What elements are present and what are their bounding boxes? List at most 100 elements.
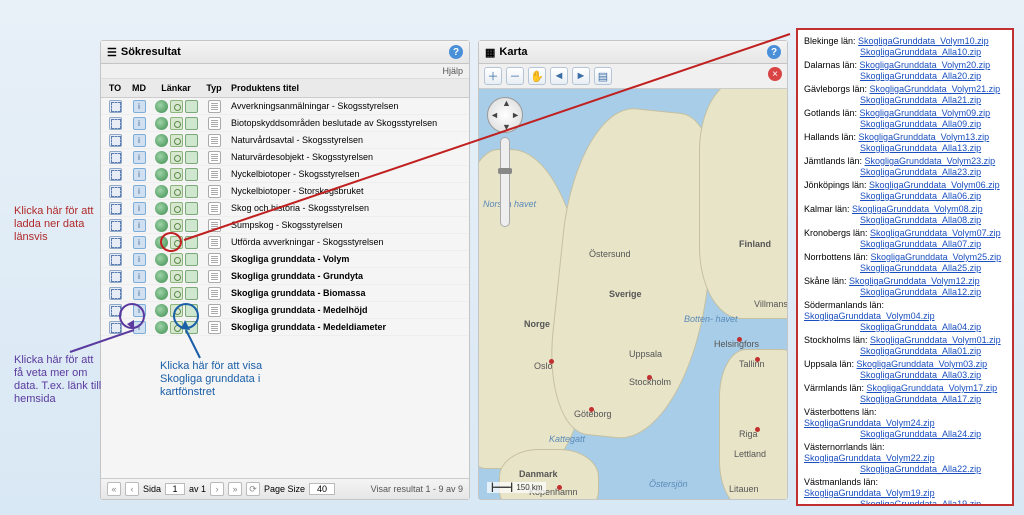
alla-link[interactable]: SkogligaGrunddata_Alla19.zip (860, 499, 981, 506)
alla-link[interactable]: SkogligaGrunddata_Alla06.zip (860, 191, 981, 201)
globe-icon[interactable] (155, 219, 168, 232)
link-icon[interactable] (170, 134, 183, 147)
extent-icon[interactable] (109, 185, 122, 198)
link-icon[interactable] (170, 253, 183, 266)
pagesize-input[interactable] (309, 483, 335, 495)
help-icon[interactable]: ? (449, 45, 463, 59)
download-icon[interactable] (185, 100, 198, 113)
link-icon[interactable] (170, 151, 183, 164)
back-icon[interactable]: ◄ (550, 67, 568, 85)
metadata-icon[interactable]: i (133, 100, 146, 113)
extent-icon[interactable] (109, 304, 122, 317)
globe-icon[interactable] (155, 168, 168, 181)
zoom-control[interactable]: ▲▼ ◄► (487, 97, 523, 227)
metadata-icon[interactable]: i (133, 236, 146, 249)
globe-icon[interactable] (155, 100, 168, 113)
extent-icon[interactable] (109, 202, 122, 215)
download-icon[interactable] (185, 236, 198, 249)
volym-link[interactable]: SkogligaGrunddata_Volym06.zip (869, 180, 1000, 190)
link-icon[interactable] (170, 117, 183, 130)
download-icon[interactable] (185, 134, 198, 147)
extent-icon[interactable] (109, 270, 122, 283)
table-row[interactable]: iSkogliga grunddata - Grundyta (101, 268, 469, 285)
extent-icon[interactable] (109, 100, 122, 113)
zoom-slider[interactable] (500, 137, 510, 227)
download-icon[interactable] (185, 304, 198, 317)
alla-link[interactable]: SkogligaGrunddata_Alla08.zip (860, 215, 981, 225)
globe-icon[interactable] (155, 321, 168, 334)
globe-icon[interactable] (155, 253, 168, 266)
volym-link[interactable]: SkogligaGrunddata_Volym20.zip (860, 60, 991, 70)
metadata-icon[interactable]: i (133, 168, 146, 181)
globe-icon[interactable] (155, 117, 168, 130)
globe-icon[interactable] (155, 185, 168, 198)
table-row[interactable]: iBiotopskyddsområden beslutade av Skogss… (101, 115, 469, 132)
table-row[interactable]: iSumpskog - Skogsstyrelsen (101, 217, 469, 234)
metadata-icon[interactable]: i (133, 185, 146, 198)
volym-link[interactable]: SkogligaGrunddata_Volym10.zip (858, 36, 989, 46)
table-row[interactable]: iSkogliga grunddata - Medelhöjd (101, 302, 469, 319)
next-page-button[interactable]: › (210, 482, 224, 496)
extent-icon[interactable] (109, 219, 122, 232)
link-icon[interactable] (170, 321, 183, 334)
table-row[interactable]: iSkog och historia - Skogsstyrelsen (101, 200, 469, 217)
globe-icon[interactable] (155, 304, 168, 317)
table-row[interactable]: iNaturvärdesobjekt - Skogsstyrelsen (101, 149, 469, 166)
metadata-icon[interactable]: i (133, 202, 146, 215)
help-label[interactable]: Hjälp (101, 64, 469, 79)
extent-icon[interactable] (109, 168, 122, 181)
volym-link[interactable]: SkogligaGrunddata_Volym22.zip (804, 453, 935, 463)
download-icon[interactable] (185, 287, 198, 300)
table-row[interactable]: iSkogliga grunddata - Volym (101, 251, 469, 268)
extent-icon[interactable] (109, 253, 122, 266)
table-row[interactable]: iNyckelbiotoper - Storskogsbruket (101, 183, 469, 200)
link-icon[interactable] (170, 219, 183, 232)
close-icon[interactable]: × (768, 67, 782, 81)
link-icon[interactable] (170, 270, 183, 283)
globe-icon[interactable] (155, 134, 168, 147)
page-input[interactable] (165, 483, 185, 495)
prev-page-button[interactable]: ‹ (125, 482, 139, 496)
zoom-out-icon[interactable]: － (506, 67, 524, 85)
globe-icon[interactable] (155, 151, 168, 164)
zoom-in-icon[interactable]: ＋ (484, 67, 502, 85)
volym-link[interactable]: SkogligaGrunddata_Volym19.zip (804, 488, 935, 498)
map-canvas[interactable]: Norska havet Sverige Norge Finland Danma… (479, 89, 787, 499)
download-icon[interactable] (185, 253, 198, 266)
fwd-icon[interactable]: ► (572, 67, 590, 85)
metadata-icon[interactable]: i (133, 304, 146, 317)
download-icon[interactable] (185, 168, 198, 181)
alla-link[interactable]: SkogligaGrunddata_Alla22.zip (860, 464, 981, 474)
metadata-icon[interactable]: i (133, 253, 146, 266)
metadata-icon[interactable]: i (133, 117, 146, 130)
volym-link[interactable]: SkogligaGrunddata_Volym24.zip (804, 418, 935, 428)
extent-icon[interactable] (109, 287, 122, 300)
refresh-button[interactable]: ⟳ (246, 482, 260, 496)
alla-link[interactable]: SkogligaGrunddata_Alla20.zip (860, 71, 981, 81)
volym-link[interactable]: SkogligaGrunddata_Volym08.zip (852, 204, 983, 214)
globe-icon[interactable] (155, 202, 168, 215)
download-icon[interactable] (185, 219, 198, 232)
link-icon[interactable] (170, 287, 183, 300)
download-icon[interactable] (185, 321, 198, 334)
alla-link[interactable]: SkogligaGrunddata_Alla09.zip (860, 119, 981, 129)
link-icon[interactable] (170, 168, 183, 181)
volym-link[interactable]: SkogligaGrunddata_Volym17.zip (867, 383, 998, 393)
volym-link[interactable]: SkogligaGrunddata_Volym09.zip (860, 108, 991, 118)
volym-link[interactable]: SkogligaGrunddata_Volym23.zip (865, 156, 996, 166)
last-page-button[interactable]: » (228, 482, 242, 496)
volym-link[interactable]: SkogligaGrunddata_Volym21.zip (870, 84, 1001, 94)
table-row[interactable]: iSkogliga grunddata - Biomassa (101, 285, 469, 302)
link-icon[interactable] (170, 304, 183, 317)
table-row[interactable]: iAvverkningsanmälningar - Skogsstyrelsen (101, 98, 469, 115)
link-icon[interactable] (170, 185, 183, 198)
alla-link[interactable]: SkogligaGrunddata_Alla01.zip (860, 346, 981, 356)
alla-link[interactable]: SkogligaGrunddata_Alla04.zip (860, 322, 981, 332)
download-icon[interactable] (185, 202, 198, 215)
alla-link[interactable]: SkogligaGrunddata_Alla21.zip (860, 95, 981, 105)
alla-link[interactable]: SkogligaGrunddata_Alla23.zip (860, 167, 981, 177)
extent-icon[interactable] (109, 321, 122, 334)
help-icon[interactable]: ? (767, 45, 781, 59)
alla-link[interactable]: SkogligaGrunddata_Alla07.zip (860, 239, 981, 249)
table-row[interactable]: iSkogliga grunddata - Medeldiameter (101, 319, 469, 336)
